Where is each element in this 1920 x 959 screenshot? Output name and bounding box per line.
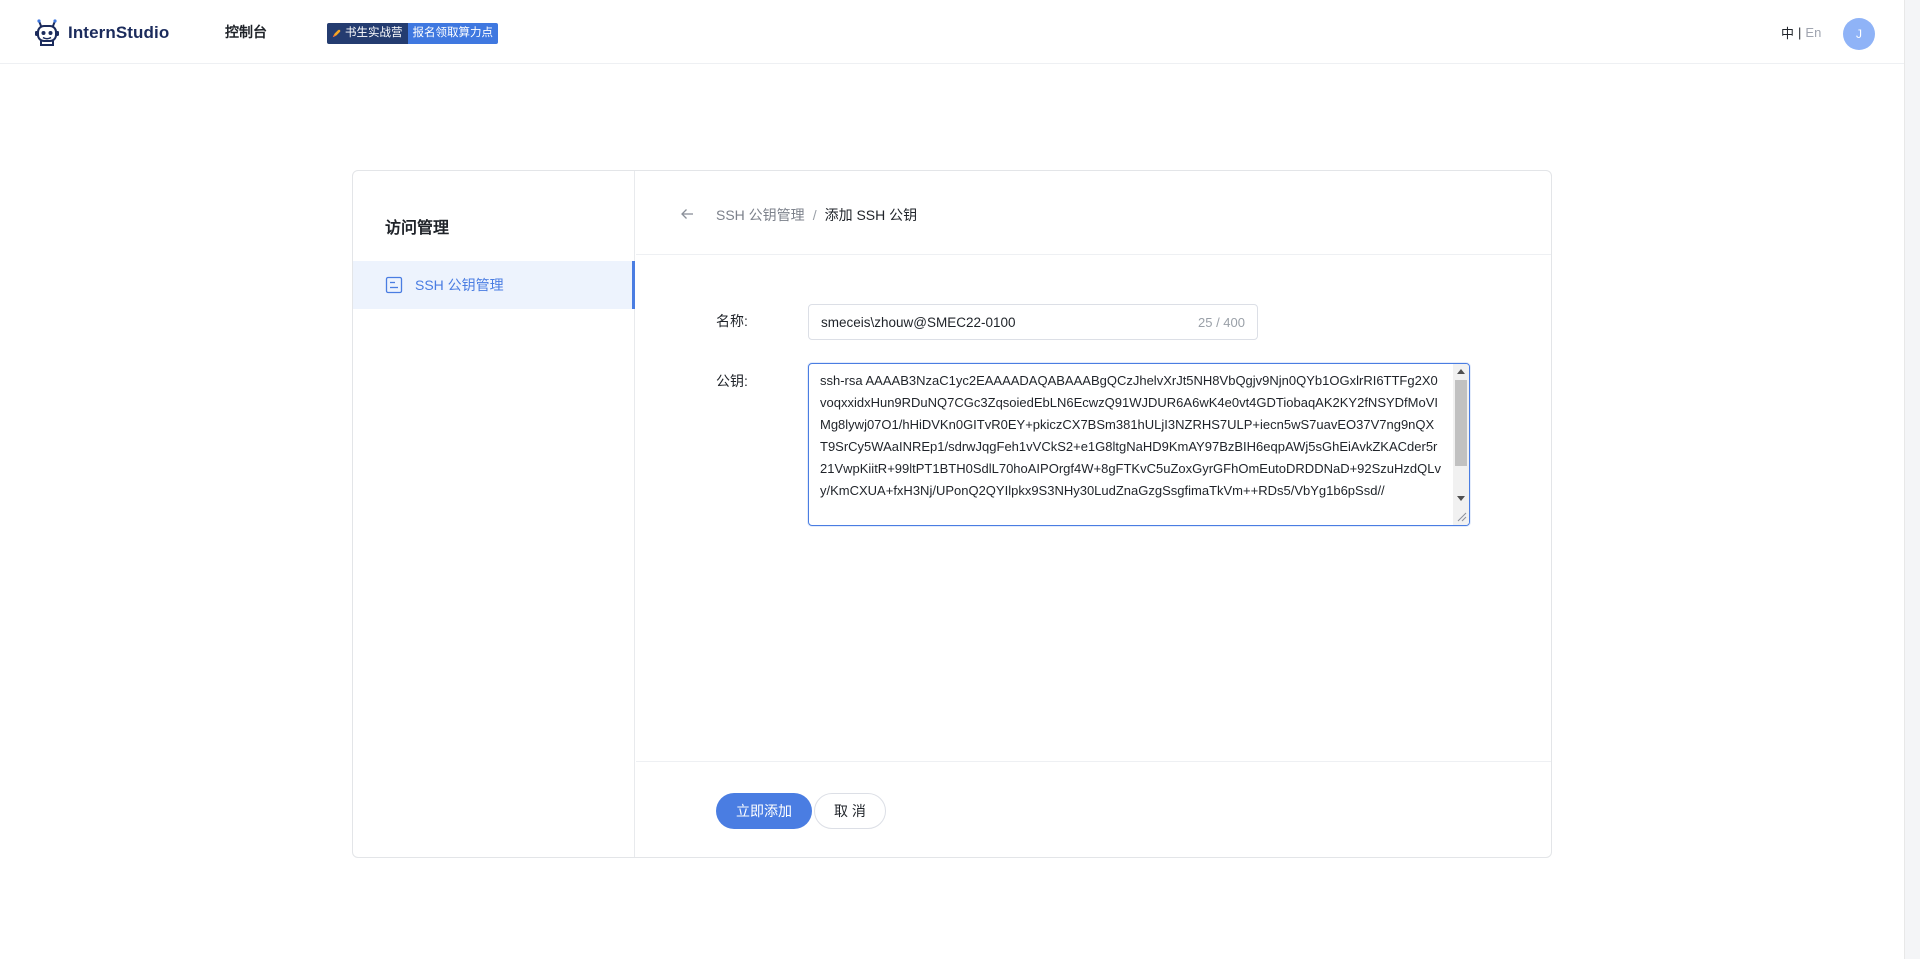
scroll-thumb[interactable] (1455, 380, 1467, 466)
promo-banner[interactable]: 书生实战营 报名领取算力点 (327, 23, 498, 44)
nav-console[interactable]: 控制台 (225, 22, 267, 42)
cancel-button[interactable]: 取 消 (814, 793, 886, 829)
top-header: InternStudio 控制台 书生实战营 报名领取算力点 中 | En J (0, 0, 1904, 64)
breadcrumb-bar: SSH 公钥管理 / 添加 SSH 公钥 (636, 171, 1551, 255)
resize-grip-icon[interactable] (1455, 510, 1467, 522)
name-char-count: 25 / 400 (1198, 314, 1245, 330)
language-switcher: 中 | En (1781, 23, 1821, 42)
public-key-textarea[interactable]: ssh-rsa AAAAB3NzaC1yc2EAAAADAQABAAABgQCz… (808, 363, 1470, 526)
public-key-text[interactable]: ssh-rsa AAAAB3NzaC1yc2EAAAADAQABAAABgQCz… (809, 364, 1453, 525)
name-label: 名称: (716, 313, 748, 329)
arrow-left-icon[interactable] (680, 207, 694, 221)
lang-separator: | (1798, 25, 1802, 40)
robot-logo-icon (35, 19, 59, 46)
access-management-card: 访问管理 SSH 公钥管理 SSH 公钥管理 / 添加 SSH 公钥 名称: s… (352, 170, 1552, 858)
lang-en[interactable]: En (1805, 25, 1821, 40)
sidebar-item-ssh-keys[interactable]: SSH 公钥管理 (353, 261, 635, 309)
key-label: 公钥: (716, 373, 748, 389)
form-footer-divider (636, 761, 1551, 762)
main-panel: SSH 公钥管理 / 添加 SSH 公钥 名称: 25 / 400 公钥: ss… (636, 171, 1551, 857)
submit-button[interactable]: 立即添加 (716, 793, 812, 829)
promo-right-label: 报名领取算力点 (407, 23, 498, 44)
document-icon (385, 276, 403, 294)
page-scrollbar[interactable] (1904, 0, 1920, 959)
breadcrumb-current: 添加 SSH 公钥 (824, 207, 918, 223)
rocket-icon (332, 29, 341, 38)
sidebar: 访问管理 SSH 公钥管理 (353, 171, 635, 857)
promo-left-label: 书生实战营 (345, 27, 403, 39)
logo-text: InternStudio (68, 23, 170, 42)
avatar[interactable]: J (1843, 18, 1875, 50)
breadcrumb-parent[interactable]: SSH 公钥管理 (716, 205, 805, 225)
scroll-down-arrow-icon[interactable] (1457, 496, 1465, 501)
breadcrumb-separator: / (812, 207, 817, 223)
name-field[interactable]: 25 / 400 (808, 304, 1258, 340)
logo[interactable]: InternStudio (32, 17, 169, 49)
sidebar-item-label: SSH 公钥管理 (415, 277, 504, 293)
sidebar-title: 访问管理 (385, 220, 450, 237)
scroll-up-arrow-icon[interactable] (1457, 369, 1465, 374)
breadcrumb: SSH 公钥管理 / 添加 SSH 公钥 (716, 205, 917, 225)
name-input[interactable] (821, 314, 1190, 330)
textarea-scrollbar[interactable] (1453, 364, 1469, 525)
lang-zh[interactable]: 中 (1781, 23, 1794, 42)
promo-left: 书生实战营 (327, 23, 408, 44)
